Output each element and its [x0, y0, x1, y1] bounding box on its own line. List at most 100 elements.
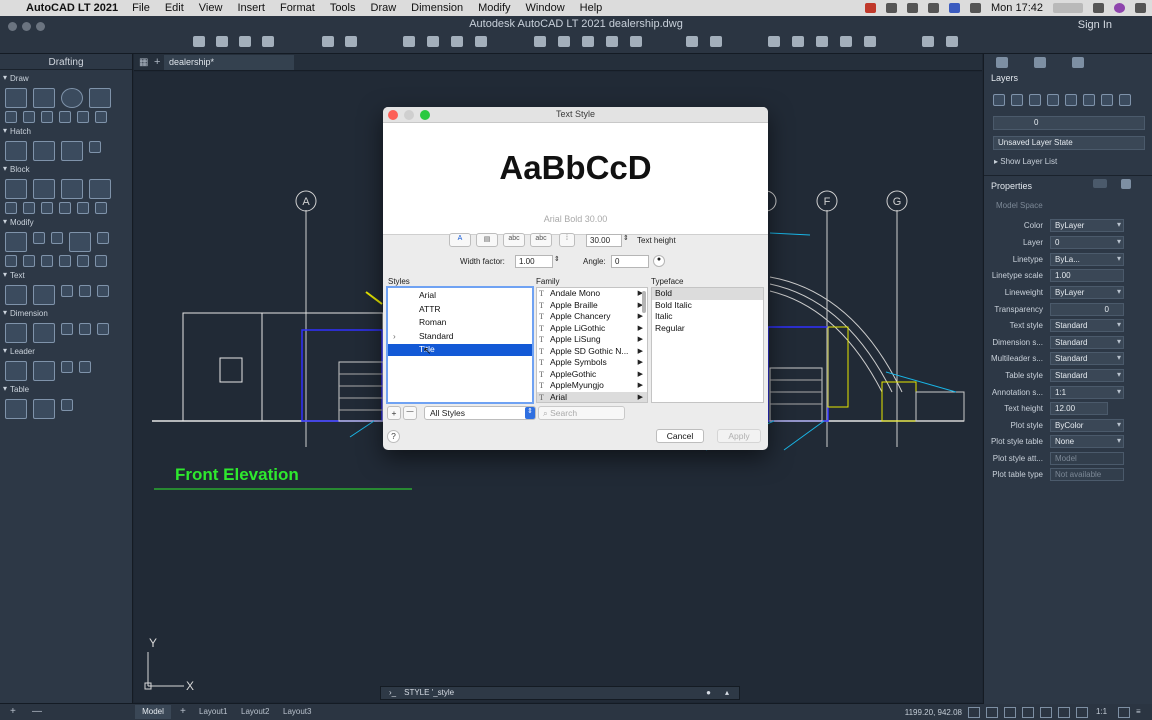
layer-state-dropdown[interactable]: Unsaved Layer State: [993, 136, 1145, 150]
fillet-icon[interactable]: [59, 255, 71, 267]
scale-icon[interactable]: [77, 255, 89, 267]
menu-tools[interactable]: Tools: [330, 2, 356, 14]
family-item[interactable]: Apple SD Gothic N...▶: [537, 346, 647, 358]
workspace-toggle-icon[interactable]: [1118, 707, 1130, 718]
upside-down-button[interactable]: ▤: [476, 233, 498, 247]
cancel-button[interactable]: Cancel: [656, 429, 704, 443]
menu-edit[interactable]: Edit: [165, 2, 184, 14]
tab-layout2[interactable]: Layout2: [241, 707, 269, 716]
layer-dropdown[interactable]: 0: [993, 116, 1145, 130]
prop-color-value[interactable]: ByLayer: [1050, 219, 1124, 232]
layer-match-icon[interactable]: [1119, 94, 1131, 106]
prop-row-plot-style[interactable]: Plot style ByColor: [984, 419, 1152, 433]
edit-attribute-icon[interactable]: [23, 202, 35, 214]
typeface-item-italic[interactable]: Italic: [652, 311, 763, 323]
prop-plot-style-table-value[interactable]: None: [1050, 435, 1124, 448]
menu-modify[interactable]: Modify: [478, 2, 510, 14]
layer-isolate-icon[interactable]: [1029, 94, 1041, 106]
vertical-button[interactable]: abc: [530, 233, 552, 247]
tab-layout1[interactable]: Layout1: [199, 707, 227, 716]
pan-icon[interactable]: [710, 36, 722, 47]
layer-off-icon[interactable]: [1083, 94, 1095, 106]
prop-dimension-style-value[interactable]: Standard: [1050, 336, 1124, 349]
remove-icon[interactable]: —: [32, 706, 42, 717]
family-item[interactable]: AppleMyungjo▶: [537, 380, 647, 392]
section-hatch[interactable]: Hatch: [0, 126, 132, 138]
erase-icon[interactable]: [5, 255, 17, 267]
spline-icon[interactable]: [23, 111, 35, 123]
help-icon[interactable]: ●: [706, 688, 711, 697]
layer-lock-icon[interactable]: [1101, 94, 1113, 106]
text-height-stepper[interactable]: ⇕: [623, 234, 629, 242]
boundary-icon[interactable]: [61, 141, 83, 161]
tab-layout3[interactable]: Layout3: [283, 707, 311, 716]
radius-dimension-icon[interactable]: [79, 323, 91, 335]
prop-row-table-style[interactable]: Table style Standard: [984, 369, 1152, 383]
style-item-roman[interactable]: Roman: [388, 317, 532, 329]
section-table[interactable]: Table: [0, 384, 132, 396]
style-filter-select[interactable]: All Styles ⇕: [424, 406, 536, 420]
snap-toggle-icon[interactable]: [986, 707, 998, 718]
upload-icon[interactable]: [907, 3, 919, 13]
block-icon[interactable]: [582, 36, 594, 47]
layer-properties-icon[interactable]: [993, 94, 1005, 106]
print-preview-icon[interactable]: [427, 36, 439, 47]
grid-toggle-icon[interactable]: [968, 707, 980, 718]
prop-transparency-value[interactable]: 0: [1050, 303, 1124, 316]
offset-icon[interactable]: [41, 255, 53, 267]
xline-icon[interactable]: [95, 111, 107, 123]
oblique-button[interactable]: ⁞: [559, 233, 575, 247]
multiline-text-icon[interactable]: [5, 285, 27, 305]
attribute-manager-icon[interactable]: [41, 202, 53, 214]
flag-icon[interactable]: [949, 3, 961, 13]
image-icon[interactable]: [630, 36, 642, 47]
volume-icon[interactable]: [970, 3, 982, 13]
extract-icon[interactable]: [77, 202, 89, 214]
style-item-standard[interactable]: › Standard: [388, 331, 532, 343]
dialog-zoom-icon[interactable]: [420, 110, 430, 120]
align-leader-icon[interactable]: [61, 361, 73, 373]
redo-icon[interactable]: [345, 36, 357, 47]
single-line-text-icon[interactable]: [33, 285, 55, 305]
drawing-title-label[interactable]: Front Elevation: [175, 465, 299, 484]
zoom-window-icon[interactable]: [686, 36, 698, 47]
ortho-toggle-icon[interactable]: [1004, 707, 1016, 718]
customize-menu-icon[interactable]: ≡: [1136, 707, 1141, 716]
collect-leader-icon[interactable]: [79, 361, 91, 373]
external-references-icon[interactable]: [864, 36, 876, 47]
user-icon[interactable]: [1053, 3, 1083, 13]
design-center-icon[interactable]: [840, 36, 852, 47]
menu-window[interactable]: Window: [526, 2, 565, 14]
hatch-edit-icon[interactable]: [89, 141, 101, 153]
prop-text-height-value[interactable]: 12.00: [1050, 402, 1108, 415]
edit-block-icon[interactable]: [61, 179, 83, 199]
dialog-close-icon[interactable]: [388, 110, 398, 120]
define-attribute-icon[interactable]: [5, 202, 17, 214]
share-icon[interactable]: ▴: [725, 688, 729, 697]
width-factor-stepper[interactable]: ⇕: [554, 255, 560, 263]
layers-tab-icon[interactable]: [996, 57, 1008, 68]
add-icon[interactable]: +: [10, 706, 16, 717]
layer-unisolate-icon[interactable]: [1047, 94, 1059, 106]
remove-style-button[interactable]: —: [403, 406, 417, 420]
style-item-title[interactable]: Title: [388, 344, 532, 356]
wblock-icon[interactable]: [95, 202, 107, 214]
undo-icon[interactable]: [322, 36, 334, 47]
sync-icon[interactable]: [886, 3, 898, 13]
prop-annotation-scale-value[interactable]: 1:1: [1050, 386, 1124, 399]
styles-list[interactable]: Arial ATTR Roman › Standard Title: [386, 286, 534, 404]
insert-block-icon[interactable]: [5, 179, 27, 199]
help-button[interactable]: ?: [387, 430, 400, 443]
prop-linetype-value[interactable]: ByLa...: [1050, 253, 1124, 266]
mirror-icon[interactable]: [23, 255, 35, 267]
prop-row-text-height[interactable]: Text height 12.00: [984, 402, 1152, 416]
family-scrollbar[interactable]: [642, 291, 646, 313]
clock[interactable]: Mon 17:42: [991, 2, 1043, 14]
quick-select-icon[interactable]: [1093, 179, 1107, 188]
family-item[interactable]: Apple Symbols▶: [537, 357, 647, 369]
add-style-button[interactable]: +: [387, 406, 401, 420]
layer-freeze-icon[interactable]: [1065, 94, 1077, 106]
notification-icon[interactable]: [1135, 3, 1146, 13]
command-line[interactable]: ›_ STYLE '_style ● ▴: [380, 686, 740, 700]
multileader-icon[interactable]: [5, 361, 27, 381]
